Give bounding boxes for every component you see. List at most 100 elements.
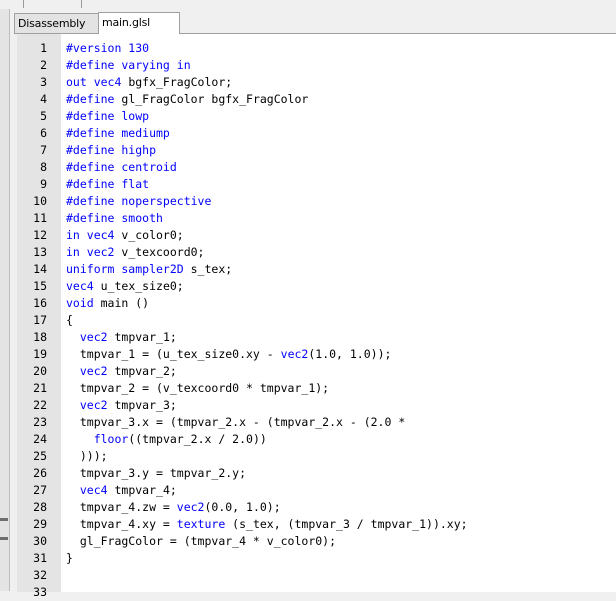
line-number: 3 [40,75,47,89]
line-number: 32 [33,568,47,582]
code-keyword: vec2 [79,330,108,344]
code-line[interactable]: #define mediump [66,125,170,142]
line-number: 13 [33,245,47,259]
code-keyword: vec2 [176,500,205,514]
line-number: 12 [33,228,47,242]
line-number: 20 [33,364,47,378]
code-line[interactable]: in vec2 v_texcoord0; [66,244,204,261]
code-line[interactable]: floor((tmpvar_2.x / 2.0)) [66,431,267,448]
code-line[interactable]: #define centroid [66,159,177,176]
code-line[interactable]: vec4 u_tex_size0; [66,278,184,295]
code-line[interactable]: #define highp [66,142,156,159]
code-line[interactable]: #define gl_FragColor bgfx_FragColor [66,91,308,108]
line-number: 29 [33,517,47,531]
document-panel: Disassembly main.glsl 1 2 3 4 5 6 7 8 9 10 11 12 13 1… [14,12,616,599]
code-keyword: #define varying in [66,58,191,72]
line-number: 23 [33,415,47,429]
code-keyword: vec2 [79,364,108,378]
line-number: 22 [33,398,47,412]
code-text: ))); [66,449,108,463]
code-line[interactable]: #define flat [66,176,149,193]
code-line[interactable]: #define varying in [66,57,191,74]
code-line[interactable]: vec4 tmpvar_4; [66,482,177,499]
code-text: v_color0; [114,228,184,242]
code-line[interactable]: out vec4 bgfx_FragColor; [66,74,232,91]
code-text: (s_tex, (tmpvar_3 / tmpvar_1)).xy; [225,517,468,531]
code-text: tmpvar_3.y = tmpvar_2.y; [66,466,247,480]
line-number: 5 [40,109,47,123]
top-toolbar-strip [0,0,616,9]
line-number: 9 [40,177,47,191]
line-number: 24 [33,432,47,446]
code-line[interactable]: gl_FragColor = (tmpvar_4 * v_color0); [66,533,336,550]
code-keyword: out vec4 [66,75,122,89]
code-line[interactable]: #version 130 [66,40,149,57]
code-keyword: #define highp [66,143,157,157]
line-number: 2 [40,58,47,72]
code-keyword: #define noperspective [66,194,212,208]
code-line[interactable]: tmpvar_4.xy = texture (s_tex, (tmpvar_3 … [66,516,468,533]
line-number: 28 [33,500,47,514]
code-text: tmpvar_1; [107,330,177,344]
code-line[interactable]: tmpvar_1 = (u_tex_size0.xy - vec2(1.0, 1… [66,346,392,363]
code-keyword: #define smooth [66,211,163,225]
line-number: 21 [33,381,47,395]
code-text: s_tex; [183,262,233,276]
code-line[interactable]: #define smooth [66,210,163,227]
code-text-area[interactable]: #version 130 #define varying in out vec4 b… [61,34,616,592]
code-line[interactable]: vec2 tmpvar_2; [66,363,177,380]
code-line[interactable]: vec2 tmpvar_1; [66,329,177,346]
code-editor[interactable]: 1 2 3 4 5 6 7 8 9 10 11 12 13 14 15 16 17 18 19 20 21 22 23 24 2… [17,33,616,599]
code-keyword: #define flat [66,177,150,191]
code-line[interactable]: tmpvar_3.x = (tmpvar_2.x - (tmpvar_2.x -… [66,414,405,431]
code-text: (1.0, 1.0)); [308,347,392,361]
code-text: (0.0, 1.0); [204,500,281,514]
line-number: 27 [33,483,47,497]
code-keyword: #version 130 [66,41,150,55]
line-number: 26 [33,466,47,480]
tab-disassembly[interactable]: Disassembly [14,13,99,33]
code-text: tmpvar_3; [107,398,177,412]
code-line[interactable]: ))); [66,448,108,465]
line-number: 19 [33,347,47,361]
code-keyword: #define mediump [66,126,170,140]
toolbar-separator [22,0,24,8]
code-keyword: texture [176,517,226,531]
line-number: 8 [40,160,47,174]
code-line[interactable]: uniform sampler2D s_tex; [66,261,232,278]
code-line[interactable]: vec2 tmpvar_3; [66,397,177,414]
line-number: 25 [33,449,47,463]
code-line[interactable]: tmpvar_4.zw = vec2(0.0, 1.0); [66,499,281,516]
line-number: 18 [33,330,47,344]
code-line[interactable]: tmpvar_3.y = tmpvar_2.y; [66,465,246,482]
code-line[interactable]: #define lowp [66,108,149,125]
code-line[interactable]: { [66,312,73,329]
line-number: 4 [40,92,47,106]
code-line[interactable]: #define noperspective [66,193,211,210]
code-text: tmpvar_2 = (v_texcoord0 * tmpvar_1); [66,381,330,395]
line-number: 14 [33,262,47,276]
dock-marker [0,518,8,521]
code-keyword: floor [93,432,129,446]
line-number: 6 [40,126,47,140]
code-keyword: #define centroid [66,160,177,174]
code-keyword: #define [66,92,115,106]
line-number: 11 [33,211,47,225]
code-text: main () [93,296,150,310]
code-text: tmpvar_3.x = (tmpvar_2.x - (tmpvar_2.x -… [66,415,406,429]
tab-bar: Disassembly main.glsl [14,12,616,34]
tab-main-glsl[interactable]: main.glsl [98,12,180,34]
code-text: v_texcoord0; [114,245,205,259]
code-text: { [66,313,73,327]
code-keyword: in vec4 [66,228,115,242]
code-text: gl_FragColor bgfx_FragColor [114,92,309,106]
code-keyword: uniform sampler2D [66,262,184,276]
code-line[interactable]: } [66,550,73,567]
code-line[interactable]: in vec4 v_color0; [66,227,184,244]
code-line[interactable]: void main () [66,295,149,312]
code-line[interactable]: tmpvar_2 = (v_texcoord0 * tmpvar_1); [66,380,329,397]
